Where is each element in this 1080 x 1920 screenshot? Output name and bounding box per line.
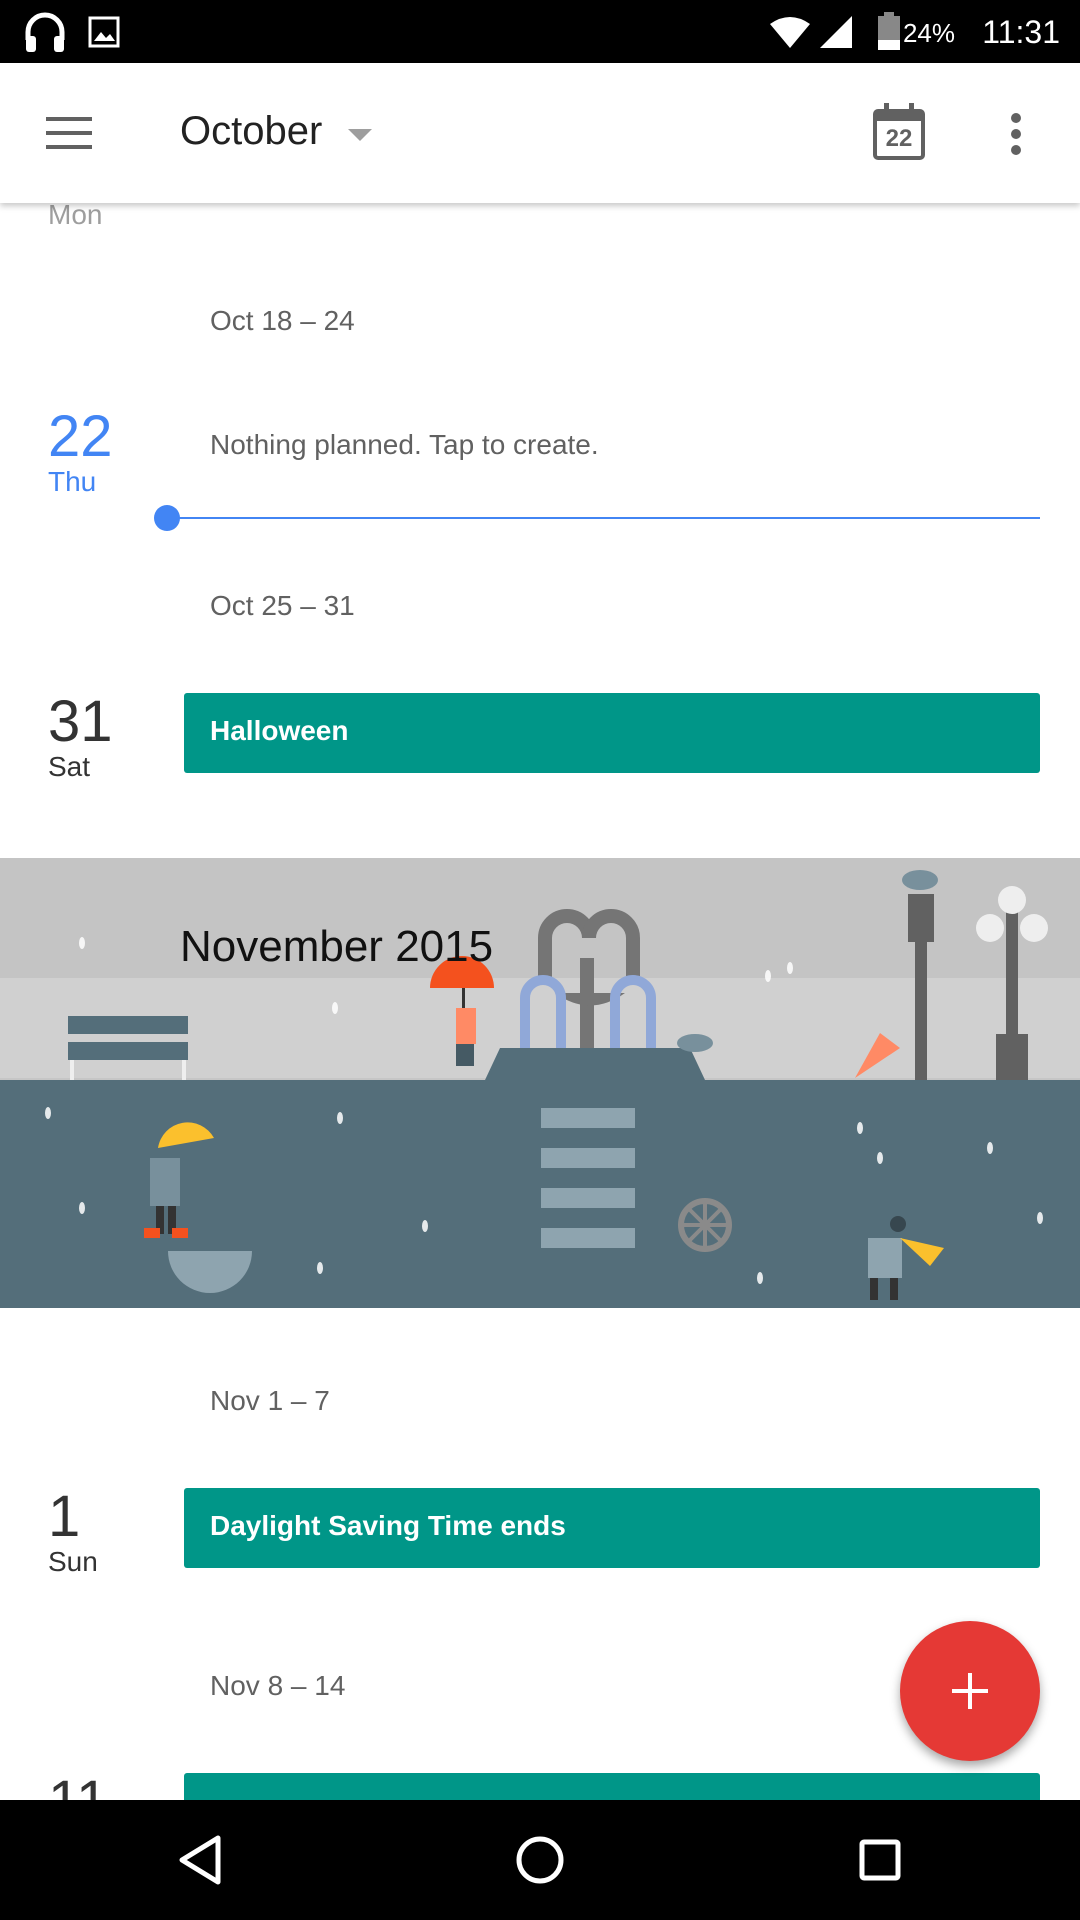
day-name: Sun — [48, 1546, 98, 1577]
battery-percent: 24% — [902, 18, 955, 48]
week-header: Nov 1 – 7 — [210, 1385, 330, 1416]
day-number: 31 — [48, 689, 113, 754]
image-icon — [88, 16, 120, 48]
week-header: Oct 25 – 31 — [210, 590, 355, 621]
today-date-label: 22 — [885, 125, 913, 152]
day-number: 11 — [48, 1768, 108, 1800]
create-event-button[interactable] — [900, 1621, 1040, 1761]
back-icon[interactable] — [160, 1820, 240, 1900]
week-header: Oct 18 – 24 — [210, 305, 355, 336]
event-chip[interactable]: Halloween — [184, 693, 1040, 773]
menu-icon[interactable] — [46, 117, 92, 149]
event-chip[interactable] — [184, 1773, 1040, 1800]
more-vert-icon[interactable] — [1010, 113, 1022, 155]
rainy-park-illustration — [0, 858, 1080, 1308]
today-button[interactable]: 22 — [872, 103, 926, 161]
plus-icon-vertical — [968, 1673, 972, 1709]
system-nav-bar — [0, 1800, 1080, 1920]
clock: 11:31 — [982, 14, 1060, 50]
wifi-icon — [770, 17, 810, 48]
recents-icon[interactable] — [840, 1820, 920, 1900]
signal-icon — [820, 16, 852, 48]
dropdown-icon[interactable] — [348, 129, 372, 141]
month-selector[interactable]: October — [180, 109, 322, 154]
event-chip[interactable]: Daylight Saving Time ends — [184, 1488, 1040, 1568]
empty-day-prompt[interactable]: Nothing planned. Tap to create. — [210, 429, 599, 461]
battery-icon — [878, 12, 900, 50]
day-number: 22 — [48, 404, 113, 469]
partial-day-label: Mon — [48, 203, 103, 230]
day-number: 1 — [48, 1484, 81, 1549]
headphones-icon — [25, 12, 65, 52]
week-header: Nov 8 – 14 — [210, 1670, 346, 1701]
month-banner: November 2015 — [0, 858, 1080, 1308]
day-name: Sat — [48, 751, 91, 782]
current-time-line — [166, 517, 1040, 519]
agenda-list[interactable]: Mon Oct 18 – 24 22 Thu Nothing planned. … — [0, 203, 1080, 1800]
day-name: Thu — [48, 466, 97, 497]
status-bar: 24% 11:31 — [0, 0, 1080, 63]
app-toolbar: October 22 — [0, 63, 1080, 203]
month-banner-title: November 2015 — [180, 922, 494, 971]
home-icon[interactable] — [500, 1820, 580, 1900]
